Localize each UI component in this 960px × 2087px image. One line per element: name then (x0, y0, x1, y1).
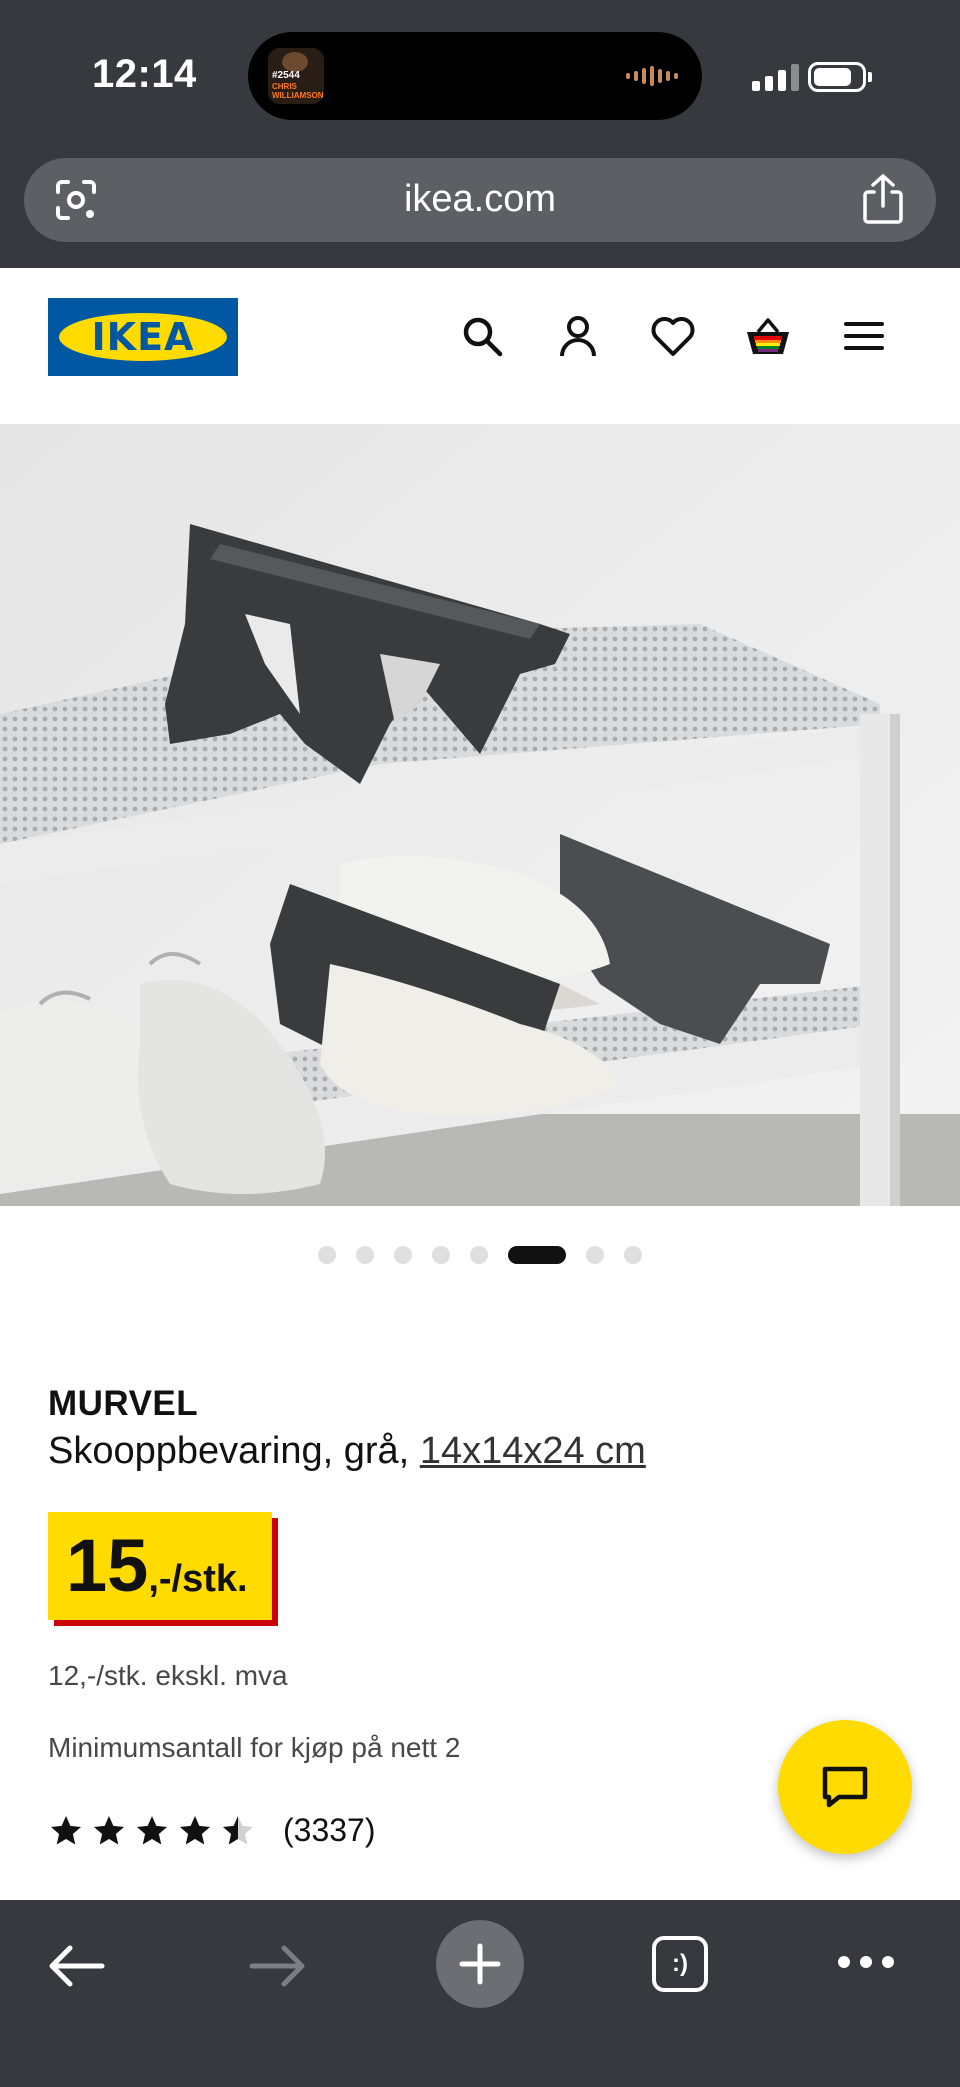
audio-waveform-icon (626, 66, 678, 86)
star-full-icon (137, 1815, 167, 1844)
carousel-dot[interactable] (432, 1246, 450, 1264)
rating-stars[interactable]: (3337) (48, 1812, 376, 1849)
product-size-link[interactable]: 14x14x24 cm (420, 1430, 646, 1472)
tab-switcher-button[interactable]: :) (652, 1936, 708, 1992)
star-full-icon (51, 1815, 81, 1844)
product-image[interactable] (0, 424, 960, 1206)
ikea-logo[interactable]: IKEA (48, 298, 238, 376)
price-tag: 15 ,-/stk. (48, 1512, 272, 1620)
review-count[interactable]: (3337) (283, 1812, 376, 1849)
carousel-dot[interactable] (318, 1246, 336, 1264)
menu-icon[interactable] (840, 312, 888, 360)
share-icon[interactable] (860, 172, 906, 226)
chat-icon (822, 1766, 868, 1808)
now-playing-guest: CHRIS WILLIAMSON (272, 82, 324, 100)
search-icon[interactable] (458, 312, 506, 360)
tab-switcher-label: :) (672, 1950, 688, 1977)
account-icon[interactable] (554, 312, 602, 360)
address-bar[interactable]: ikea.com (24, 158, 936, 242)
battery-icon (808, 62, 866, 92)
more-options-icon[interactable] (836, 1954, 896, 1970)
site-header: IKEA (0, 268, 960, 424)
plus-icon (459, 1943, 501, 1985)
price-excl-vat: 12,-/stk. ekskl. mva (48, 1660, 288, 1691)
carousel-dot[interactable] (624, 1246, 642, 1264)
heart-icon[interactable] (649, 312, 697, 360)
cellular-signal-icon (752, 64, 799, 91)
dynamic-island[interactable]: #2544 CHRIS WILLIAMSON (248, 32, 702, 120)
status-time: 12:14 (92, 52, 197, 96)
carousel-dot-active[interactable] (508, 1246, 566, 1264)
url-text: ikea.com (403, 178, 557, 220)
star-half-icon (223, 1815, 253, 1844)
star-full-icon (94, 1815, 124, 1844)
new-tab-button[interactable] (436, 1920, 524, 2008)
carousel-dot[interactable] (394, 1246, 412, 1264)
back-arrow-icon[interactable] (46, 1944, 106, 1988)
basket-icon[interactable] (744, 312, 792, 360)
browser-chrome: 12:14 #2544 CHRIS WILLIAMSON ikea.com (0, 0, 960, 268)
minimum-quantity: Minimumsantall for kjøp på nett 2 (48, 1732, 461, 1763)
price-suffix: ,-/stk. (148, 1558, 248, 1600)
product-description: Skooppbevaring, grå, 14x14x24 cm (48, 1430, 646, 1473)
carousel-dot[interactable] (586, 1246, 604, 1264)
carousel-dot[interactable] (356, 1246, 374, 1264)
product-name: MURVEL (48, 1384, 199, 1423)
now-playing-episode: #2544 (272, 70, 300, 81)
product-photo (0, 424, 960, 1206)
logo-text: IKEA (91, 315, 195, 359)
chat-button[interactable] (778, 1720, 912, 1854)
forward-arrow-icon[interactable] (248, 1944, 308, 1988)
now-playing-artwork: #2544 CHRIS WILLIAMSON (268, 48, 324, 104)
browser-toolbar: :) (0, 1900, 960, 2087)
carousel-dot[interactable] (470, 1246, 488, 1264)
carousel-indicator[interactable] (0, 1245, 960, 1265)
star-full-icon (180, 1815, 210, 1844)
price-main: 15 (66, 1524, 149, 1607)
product-description-text: Skooppbevaring, grå, (48, 1430, 420, 1472)
